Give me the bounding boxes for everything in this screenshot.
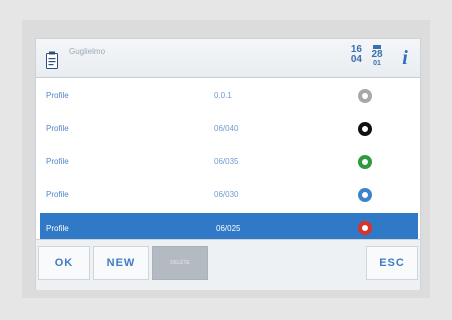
profile-label: Profile <box>46 91 69 100</box>
profile-row-3[interactable]: Profile 06/035 <box>36 145 420 178</box>
button-bar: OK NEW DELETE ESC <box>36 239 420 290</box>
esc-button[interactable]: ESC <box>366 246 418 280</box>
ring-icon <box>358 89 372 103</box>
ring-icon <box>358 188 372 202</box>
ring-icon <box>358 122 372 136</box>
profile-label: Profile <box>46 157 69 166</box>
touch-screen: Guglielmo 16 04 28 01 i Profile 0.0.1 Pr… <box>35 38 421 290</box>
document-icon <box>46 51 58 69</box>
operator-name: Guglielmo <box>69 47 106 56</box>
profile-value: 06/040 <box>214 124 239 133</box>
date-day: 28 <box>371 49 383 60</box>
ok-button[interactable]: OK <box>38 246 90 280</box>
profile-label: Profile <box>46 124 69 133</box>
profile-list: Profile 0.0.1 Profile 06/040 Profile 06/… <box>36 79 420 243</box>
profile-row-4[interactable]: Profile 06/030 <box>36 178 420 211</box>
delete-button[interactable]: DELETE <box>152 246 208 280</box>
new-button[interactable]: NEW <box>93 246 149 280</box>
info-button[interactable]: i <box>394 46 416 70</box>
header-bar: Guglielmo 16 04 28 01 i <box>36 39 420 78</box>
profile-value: 06/025 <box>216 224 241 233</box>
profile-value: 0.0.1 <box>214 91 232 100</box>
clock-minute: 04 <box>350 54 362 65</box>
profile-label: Profile <box>46 190 69 199</box>
profile-row-2[interactable]: Profile 06/040 <box>36 112 420 145</box>
ring-icon <box>358 221 372 235</box>
profile-row-1[interactable]: Profile 0.0.1 <box>36 79 420 112</box>
date-month: 01 <box>373 60 381 67</box>
calendar-icon: 28 01 <box>367 45 387 68</box>
clock: 16 04 <box>342 45 362 65</box>
device-frame: Guglielmo 16 04 28 01 i Profile 0.0.1 Pr… <box>22 20 430 298</box>
profile-value: 06/035 <box>214 157 239 166</box>
profile-label: Profile <box>46 224 69 233</box>
ring-icon <box>358 155 372 169</box>
profile-value: 06/030 <box>214 190 239 199</box>
